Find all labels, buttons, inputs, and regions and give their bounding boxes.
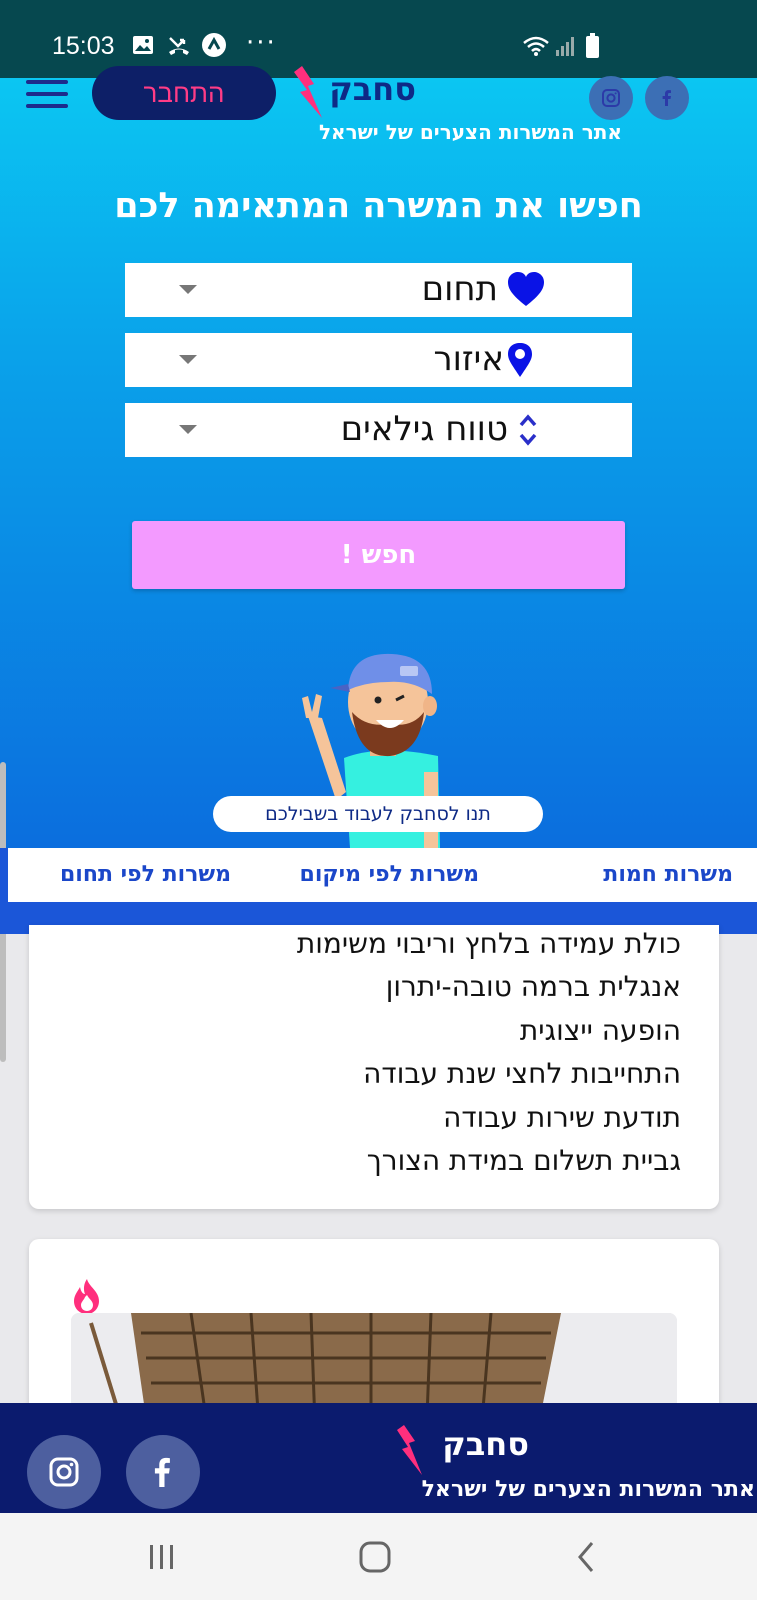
site-logo[interactable]: סחבק אתר המשרות הצערים של ישראל — [292, 66, 622, 146]
lightning-bolt-icon — [294, 66, 322, 118]
promo-pill[interactable]: תנו לסחבק לעבוד בשבילכם — [213, 796, 543, 832]
footer-tagline: אתר המשרות הצערים של ישראל — [421, 1477, 755, 1502]
chevron-down-icon — [179, 285, 197, 294]
login-button[interactable]: התחבר — [92, 66, 276, 120]
heart-icon — [508, 272, 544, 306]
status-time: 15:03 — [52, 32, 115, 60]
recent-apps-icon[interactable] — [142, 1539, 182, 1575]
requirement-item: תודעת שירות עבודה — [443, 1101, 681, 1134]
instagram-icon[interactable] — [27, 1435, 101, 1509]
tab-hot-jobs[interactable]: משרות חמות — [603, 862, 733, 887]
area-select-label: איזור — [433, 339, 504, 379]
requirement-item: הופעה ייצוגית — [519, 1014, 681, 1047]
search-button[interactable]: חפש ! — [132, 521, 625, 589]
requirement-item: כולת עמידה בלחץ וריבוי משימות — [296, 927, 681, 960]
battery-icon — [586, 33, 599, 58]
missed-call-icon — [169, 37, 189, 55]
field-select[interactable]: תחום — [125, 263, 632, 317]
lightning-bolt-icon — [397, 1425, 422, 1475]
hero-section: התחבר סחבק אתר המשרות הצערים של ישראל חפ… — [0, 66, 757, 848]
age-range-select-label: טווח גילאים — [340, 409, 508, 449]
tab-jobs-by-location[interactable]: משרות לפי מיקום — [300, 862, 479, 887]
wifi-icon — [523, 36, 574, 56]
site-footer: סחבק אתר המשרות הצערים של ישראל — [0, 1403, 757, 1513]
age-range-select[interactable]: טווח גילאים — [125, 403, 632, 457]
system-nav-bar — [0, 1513, 757, 1600]
gallery-icon — [133, 36, 153, 54]
fire-icon — [74, 1279, 99, 1314]
sort-arrows-icon — [519, 414, 537, 446]
facebook-icon[interactable] — [126, 1435, 200, 1509]
footer-logo-name: סחבק — [442, 1425, 529, 1463]
tab-jobs-by-field[interactable]: משרות לפי תחום — [60, 862, 231, 887]
requirement-item: גביית תשלום במידת הצורך — [366, 1144, 681, 1177]
location-pin-icon — [508, 343, 532, 377]
app-notification-icon — [202, 33, 226, 57]
chevron-down-icon — [179, 425, 197, 434]
search-title: חפשו את המשרה המתאימה לכם — [114, 186, 643, 226]
back-icon[interactable] — [568, 1539, 608, 1575]
area-select[interactable]: איזור — [125, 333, 632, 387]
requirement-item: אנגלית ברמה טובה-יתרון — [385, 970, 681, 1003]
jobs-tabs: משרות חמות משרות לפי מיקום משרות לפי תחו… — [0, 848, 757, 902]
more-icon: ··· — [246, 28, 277, 58]
chevron-down-icon — [179, 355, 197, 364]
logo-tagline: אתר המשרות הצערים של ישראל — [318, 120, 622, 144]
job-card[interactable]: כולת עמידה בלחץ וריבוי משימות אנגלית ברמ… — [29, 925, 719, 1209]
requirement-item: התחייבות לחצי שנת עבודה — [363, 1057, 681, 1090]
hamburger-menu-icon[interactable] — [26, 80, 68, 110]
field-select-label: תחום — [421, 269, 498, 309]
facebook-icon[interactable] — [645, 76, 689, 120]
instagram-icon[interactable] — [589, 76, 633, 120]
logo-name: סחבק — [329, 70, 416, 108]
home-icon[interactable] — [355, 1539, 395, 1575]
